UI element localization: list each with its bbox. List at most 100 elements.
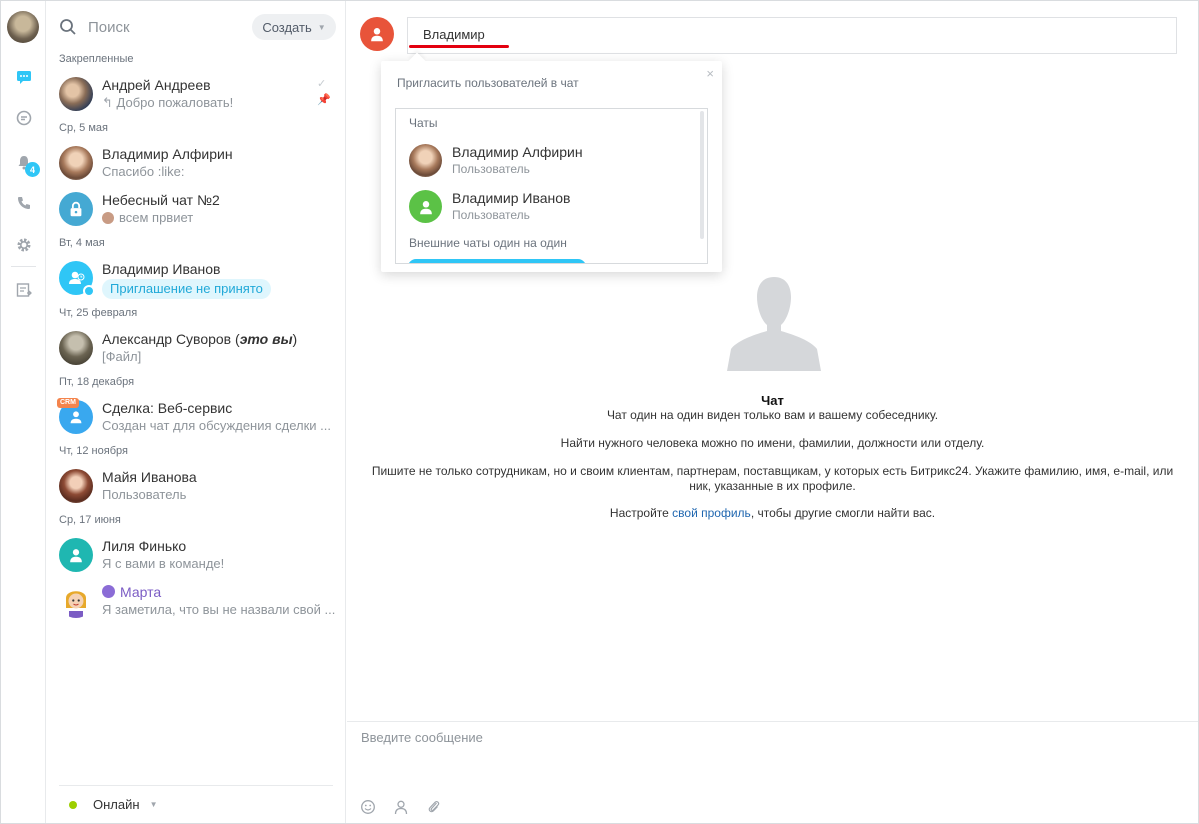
avatar [409,144,442,177]
chevron-down-icon: ▼ [317,22,326,32]
result-item-alfirin[interactable]: Владимир Алфирин Пользователь [409,141,689,181]
section-label-external: Внешние чаты один на один [409,236,567,250]
avatar [59,146,93,180]
empty-state-line: Найти нужного человека можно по имени, ф… [560,436,985,450]
smile-icon[interactable] [359,798,377,816]
chat-item-alfirin[interactable]: Владимир Алфирин Спасибо :like: [47,140,346,186]
search-results-list: Чаты Владимир Алфирин Пользователь Влади… [395,108,708,264]
chat-name: Сделка: Веб-сервис [102,400,233,416]
avatar [59,469,93,503]
user-avatar[interactable] [7,11,39,43]
result-role: Пользователь [452,208,530,222]
result-item-ivanov[interactable]: Владимир Иванов Пользователь [409,187,689,227]
result-name: Владимир Иванов [452,190,571,206]
chat-item-andrey[interactable]: Андрей Андреев ↰ Добро пожаловать! ✓ 📌 [47,71,346,117]
chat-name: Майя Иванова [102,469,197,485]
popup-title: Пригласить пользователей в чат [397,76,579,90]
user-icon [59,538,93,572]
empty-state-line: Настройте свой профиль, чтобы другие смо… [609,506,936,520]
messenger-window: 4 Создать ▼ Закрепленные Андрей Андреев … [0,0,1199,824]
search-input[interactable] [88,18,228,36]
chevron-down-icon: ▼ [149,800,158,809]
popup-arrow [408,52,426,70]
message-input[interactable] [361,730,1181,790]
new-chat-avatar [360,17,394,51]
rail-divider [11,266,36,267]
paperclip-icon[interactable] [425,798,443,816]
avatar [59,77,93,111]
recent-chats-panel: Создать ▼ Закрепленные Андрей Андреев ↰ … [47,1,346,823]
recipient-box[interactable] [407,17,1177,54]
chat-last-message: Пользователь [102,487,187,502]
group-label-date: Чт, 25 февраля [59,307,138,319]
user-icon [409,190,442,223]
export-icon[interactable] [13,279,35,301]
group-label-date: Ср, 17 июня [59,514,121,526]
chat-item-sky-chat[interactable]: Небесный чат №2 всем првиет [47,186,346,232]
chat-item-deal[interactable]: CRM Сделка: Веб-сервис Создан чат для об… [47,394,346,440]
chat-last-message: Я с вами в команде! [102,556,225,571]
phone-icon[interactable] [13,192,35,214]
empty-state-title: Чат [761,393,784,408]
create-button-label: Создать [262,19,312,35]
chat-name: Лиля Финько [102,538,187,554]
chat-last-message: всем првиет [102,210,193,225]
bot-icon [102,585,115,598]
avatar [59,331,93,365]
user-icon[interactable] [392,798,410,816]
message-composer [347,721,1198,823]
mail-status-icon [83,285,95,297]
user-silhouette-icon [727,277,821,371]
chat-last-message: Я заметила, что вы не назвали свой ... [102,602,336,617]
chat-item-ivanov[interactable]: Владимир Иванов Приглашение не принято [47,255,346,301]
recipient-input[interactable] [423,27,723,42]
chat-name: Марта [102,584,161,600]
online-dot-icon [69,800,77,809]
result-role: Пользователь [452,162,530,176]
highlight-underline [409,45,509,48]
bot-avatar [59,584,93,618]
chat-last-message: [Файл] [102,349,142,364]
chat-item-maya[interactable]: Майя Иванова Пользователь [47,463,346,509]
reply-arrow-icon: ↰ [102,95,117,110]
notification-count-badge: 4 [25,162,40,177]
chat-name: Небесный чат №2 [102,192,220,208]
crm-badge: CRM [57,398,79,408]
empty-state-line: Пишите не только сотрудникам, но и своим… [371,464,1174,493]
scrollbar[interactable] [700,111,704,239]
lock-icon [59,192,93,226]
search-icon [60,19,76,35]
chat-name: Александр Суворов (это вы) [102,331,298,347]
chat-last-message: Спасибо :like: [102,164,185,179]
partial-result-item[interactable] [408,259,586,263]
pin-icon: 📌 [317,94,331,106]
group-label-pinned: Закрепленные [59,53,134,65]
profile-link[interactable]: свой профиль [672,506,751,520]
chat-item-lilya[interactable]: Лиля Финько Я с вами в команде! [47,532,346,578]
group-label-date: Ср, 5 мая [59,122,108,134]
chat-last-message: ↰ Добро пожаловать! [102,95,234,110]
group-label-date: Пт, 18 декабря [59,376,135,388]
group-label-date: Вт, 4 мая [59,237,105,249]
online-status-selector[interactable]: Онлайн ▼ [59,785,333,823]
empty-state-line: Чат один на один виден только вам и ваше… [606,408,939,422]
search-box[interactable] [59,14,239,40]
create-button[interactable]: Создать ▼ [252,14,336,40]
chat-last-message: Создан чат для обсуждения сделки ... [102,418,332,433]
invite-users-popup: × Пригласить пользователей в чат Чаты Вл… [381,52,722,272]
mini-avatar [102,212,114,224]
result-name: Владимир Алфирин [452,144,583,160]
close-icon[interactable]: × [706,66,714,81]
section-label-chats: Чаты [409,116,438,130]
open-lines-icon[interactable] [13,107,35,129]
settings-icon[interactable] [13,234,35,256]
chat-item-suvorov-self[interactable]: Александр Суворов (это вы) [Файл] [47,325,346,371]
new-chat-panel: × Пригласить пользователей в чат Чаты Вл… [347,1,1198,823]
status-label: Онлайн [93,797,140,812]
chat-name: Владимир Алфирин [102,146,233,162]
read-check-icon: ✓ [317,78,327,90]
group-label-date: Чт, 12 ноября [59,445,128,457]
chat-name: Андрей Андреев [102,77,211,93]
chat-icon[interactable] [13,66,35,88]
chat-item-marta[interactable]: Марта Я заметила, что вы не назвали свой… [47,578,346,624]
